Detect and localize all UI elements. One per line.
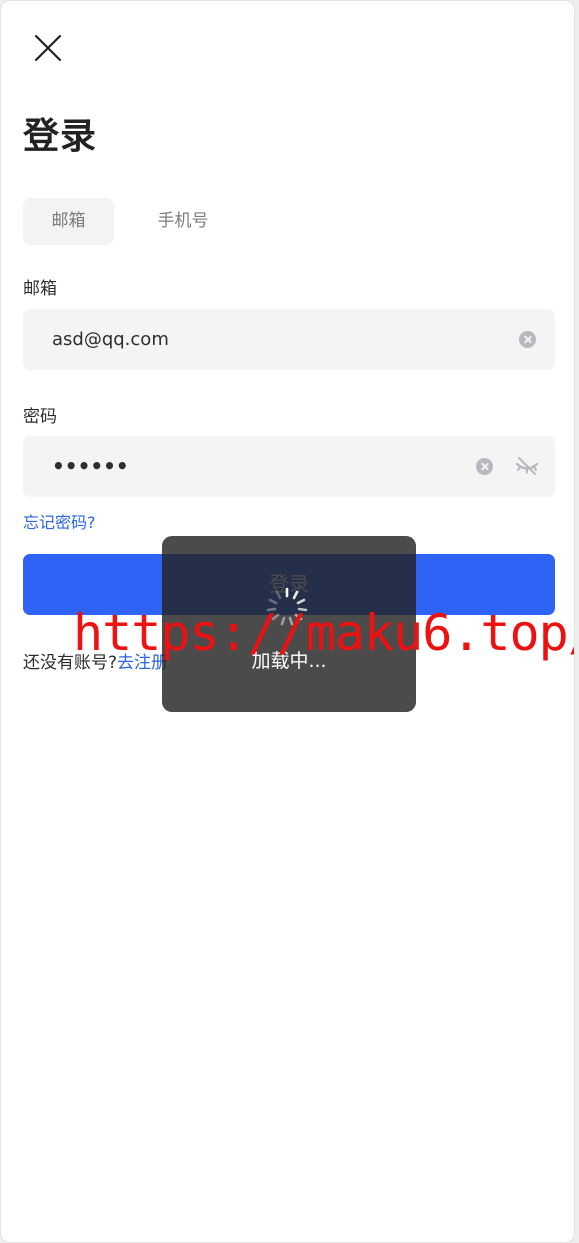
eye-off-icon[interactable] <box>515 456 539 476</box>
email-field[interactable]: asd@qq.com <box>23 309 555 370</box>
register-prompt: 还没有账号? <box>23 653 118 673</box>
login-method-tabs: 邮箱 手机号 <box>23 198 323 245</box>
close-button[interactable] <box>31 31 65 65</box>
register-link[interactable]: 去注册 <box>117 653 168 673</box>
email-label: 邮箱 <box>23 279 57 299</box>
loading-toast: 加载中... <box>162 536 416 712</box>
password-label: 密码 <box>23 407 57 427</box>
clear-icon[interactable] <box>476 458 493 475</box>
password-field[interactable]: •••••• <box>23 436 555 497</box>
login-page: 登录 邮箱 手机号 邮箱 asd@qq.com 密码 •••••• 忘记密码? … <box>0 0 575 1243</box>
password-value[interactable]: •••••• <box>52 436 129 497</box>
forgot-password-link[interactable]: 忘记密码? <box>23 509 96 533</box>
clear-icon[interactable] <box>519 331 536 348</box>
loading-text: 加载中... <box>251 650 327 672</box>
email-value[interactable]: asd@qq.com <box>52 309 169 370</box>
register-row: 还没有账号?去注册 <box>23 648 168 673</box>
loading-spinner-icon <box>266 587 308 626</box>
page-title: 登录 <box>23 116 98 157</box>
tab-phone[interactable]: 手机号 <box>137 198 229 245</box>
tab-email[interactable]: 邮箱 <box>23 198 114 245</box>
close-icon[interactable] <box>31 31 65 65</box>
